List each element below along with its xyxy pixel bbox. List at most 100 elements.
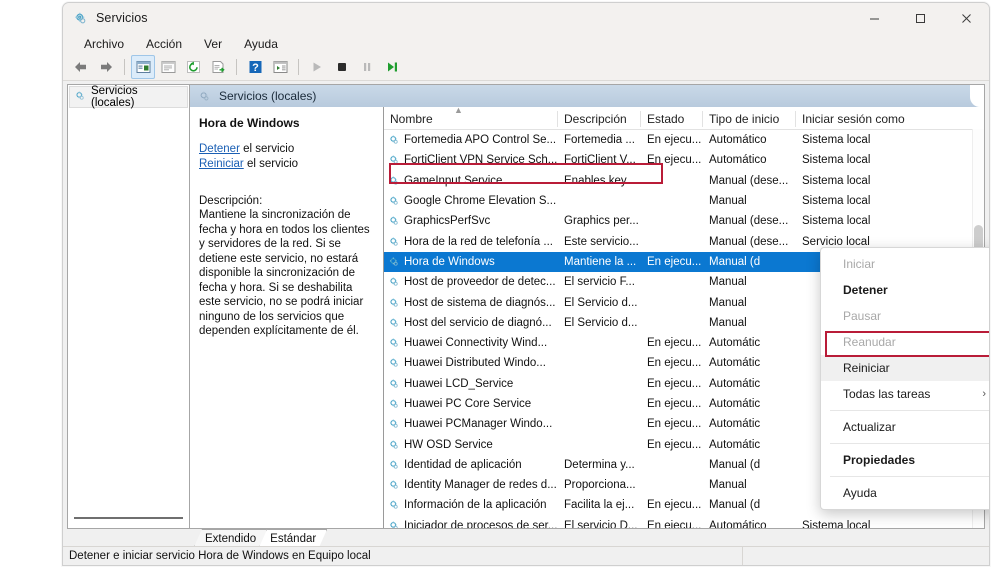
service-gear-icon	[388, 418, 400, 430]
service-gear-icon	[388, 357, 400, 369]
ctx-ayuda[interactable]: Ayuda	[821, 480, 989, 506]
export-list-icon[interactable]	[206, 55, 230, 79]
table-row[interactable]: Google Chrome Elevation S... Manual Sistem…	[384, 191, 984, 211]
cell-description: Facilita la ej...	[564, 499, 635, 512]
service-gear-icon	[388, 256, 400, 268]
column-header-descripción[interactable]: Descripción	[558, 107, 641, 129]
column-header-tipo-de-inicio[interactable]: Tipo de inicio	[703, 107, 796, 129]
window-controls	[851, 3, 989, 33]
service-name-label: Huawei Connectivity Wind...	[404, 337, 548, 350]
tree-item-servicios-locales[interactable]: Servicios (locales)	[69, 85, 188, 109]
back-icon[interactable]	[69, 55, 93, 79]
cell-description: El servicio D...	[564, 519, 638, 528]
cell-startup: Manual	[709, 195, 747, 208]
cell-startup: Manual (d	[709, 458, 761, 471]
menu-ver[interactable]: Ver	[193, 35, 233, 53]
tree-horizontal-scrollbar[interactable]	[74, 517, 183, 519]
cell-name: Host de proveedor de detec...	[384, 276, 558, 288]
forward-icon[interactable]	[94, 55, 118, 79]
column-header-iniciar-sesión-como[interactable]: Iniciar sesión como	[796, 107, 919, 129]
ctx-propiedades[interactable]: Propiedades	[821, 447, 989, 473]
cell-logon: Sistema local	[802, 154, 871, 167]
cell-startup: Manual (d	[709, 499, 761, 512]
cell-name: Hora de la red de telefonía ...	[384, 236, 558, 248]
restart-service-icon[interactable]	[380, 55, 404, 79]
ctx-actualizar[interactable]: Actualizar	[821, 414, 989, 440]
table-row[interactable]: Fortemedia APO Control Se... Fortemedia .…	[384, 130, 984, 150]
menu-archivo[interactable]: Archivo	[73, 35, 135, 53]
status-bar: Detener e iniciar servicio Hora de Windo…	[63, 546, 989, 565]
table-row[interactable]: GameInput Service Enables key... Manual (d…	[384, 171, 984, 191]
service-name-label: Host de proveedor de detec...	[404, 276, 556, 289]
cell-name: Google Chrome Elevation S...	[384, 195, 558, 207]
cell-state: En ejecu...	[647, 418, 702, 431]
service-name-label: Huawei PCManager Windo...	[404, 418, 553, 431]
refresh-icon[interactable]	[181, 55, 205, 79]
close-button[interactable]	[943, 3, 989, 33]
start-service-icon[interactable]	[305, 55, 329, 79]
menu-bar: Archivo Acción Ver Ayuda	[63, 33, 989, 54]
context-menu-item-label: Actualizar	[843, 420, 896, 434]
table-row[interactable]: GraphicsPerfSvc Graphics per... Manual (de…	[384, 211, 984, 231]
help-icon[interactable]: ?	[243, 55, 267, 79]
properties-icon[interactable]	[156, 55, 180, 79]
tab-extendido[interactable]: Extendido	[194, 529, 267, 547]
description-text: Mantiene la sincronización de fecha y ho…	[199, 209, 370, 337]
service-gear-icon	[388, 154, 400, 166]
column-header-estado[interactable]: Estado	[641, 107, 703, 129]
cell-logon: Sistema local	[802, 519, 871, 528]
cell-startup: Manual (dese...	[709, 235, 789, 248]
service-gear-icon	[388, 337, 400, 349]
table-row[interactable]: FortiClient VPN Service Sch... FortiClien…	[384, 150, 984, 170]
show-tree-icon[interactable]	[131, 55, 155, 79]
context-menu-item-label: Iniciar	[843, 257, 876, 271]
pause-service-icon[interactable]	[355, 55, 379, 79]
menu-ayuda[interactable]: Ayuda	[233, 35, 289, 53]
service-gear-icon	[388, 459, 400, 471]
cell-state: En ejecu...	[647, 438, 702, 451]
service-name-label: Información de la aplicación	[404, 499, 547, 512]
stop-service-link[interactable]: Detener	[199, 143, 240, 155]
cell-name: Huawei Connectivity Wind...	[384, 337, 558, 349]
service-name-label: GraphicsPerfSvc	[404, 215, 491, 228]
ctx-pausar: Pausar	[821, 303, 989, 329]
ctx-detener[interactable]: Detener	[821, 277, 989, 303]
cell-logon: Sistema local	[802, 174, 871, 187]
cell-description: FortiClient V...	[564, 154, 636, 167]
cell-name: Huawei PC Core Service	[384, 398, 558, 410]
show-console-tree-icon[interactable]	[268, 55, 292, 79]
cell-startup: Manual	[709, 479, 747, 492]
cell-state: En ejecu...	[647, 499, 702, 512]
context-menu: Iniciar Detener Pausar Reanudar Reiniciar Tod…	[820, 247, 989, 510]
cell-startup: Automático	[709, 134, 767, 147]
maximize-button[interactable]	[897, 3, 943, 33]
menu-accion[interactable]: Acción	[135, 35, 193, 53]
toolbar-separator-3	[298, 59, 299, 75]
context-menu-item-label: Reanudar	[843, 335, 896, 349]
cell-startup: Automátic	[709, 357, 761, 370]
service-gear-icon	[388, 439, 400, 451]
toolbar-separator-2	[236, 59, 237, 75]
submenu-chevron-right-icon: ›	[982, 388, 986, 400]
cell-state: En ejecu...	[647, 154, 702, 167]
cell-startup: Automátic	[709, 377, 761, 390]
tab-estndar[interactable]: Estándar	[259, 529, 327, 547]
cell-description: Mantiene la ...	[564, 255, 637, 268]
minimize-button[interactable]	[851, 3, 897, 33]
ctx-todas-las-tareas[interactable]: Todas las tareas ›	[821, 381, 989, 407]
restart-service-suffix: el servicio	[243, 158, 299, 170]
table-row[interactable]: Iniciador de procesos de ser... El servic…	[384, 516, 984, 528]
list-header: ▲ Nombre Descripción Estado Tipo de inicio I…	[384, 106, 984, 130]
cell-startup: Manual	[709, 296, 747, 309]
service-name-label: Host del servicio de diagnó...	[404, 316, 552, 329]
service-name-label: Huawei PC Core Service	[404, 398, 532, 410]
title-bar: Servicios	[63, 3, 989, 33]
service-gear-icon	[388, 520, 400, 528]
services-gear-icon-small	[74, 90, 86, 105]
stop-service-suffix: el servicio	[239, 142, 295, 155]
stop-service-icon[interactable]	[330, 55, 354, 79]
column-header-nombre[interactable]: Nombre	[384, 107, 558, 129]
cell-startup: Automátic	[709, 398, 761, 410]
restart-service-link[interactable]: Reiniciar	[199, 158, 244, 170]
ctx-reiniciar[interactable]: Reiniciar	[821, 355, 989, 381]
